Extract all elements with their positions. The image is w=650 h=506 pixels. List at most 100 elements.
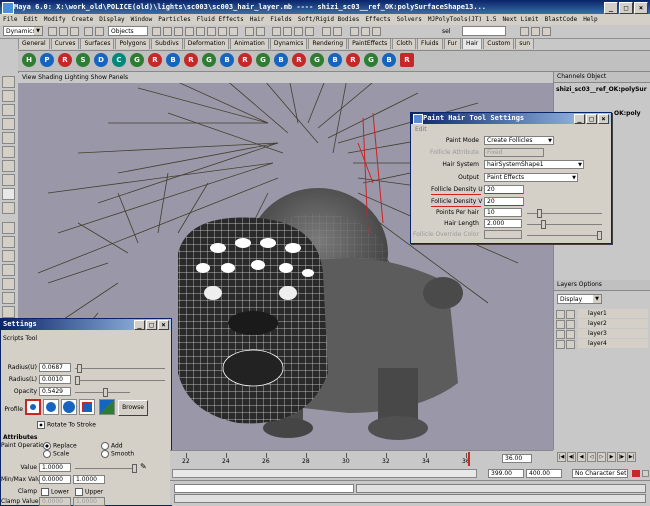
select-by-dynamic-icon[interactable] [207, 27, 216, 36]
mel-command-input[interactable] [174, 484, 354, 493]
quick-select-field[interactable] [462, 26, 506, 36]
maximize-button[interactable]: □ [619, 2, 633, 14]
rotate-tool-icon[interactable] [2, 132, 15, 144]
profile-gaussian-button[interactable] [25, 399, 41, 415]
tab-painteffects[interactable]: PaintEffects [348, 38, 392, 49]
persp-outliner-icon[interactable] [2, 250, 15, 262]
menu-edit[interactable]: Edit [23, 14, 37, 25]
go-to-end-icon[interactable]: ▶| [627, 452, 636, 462]
range-end-field[interactable]: 400.00 [526, 469, 562, 478]
slider-handle[interactable] [77, 364, 82, 373]
shelf-hair-collide-icon[interactable]: B [166, 53, 180, 67]
tab-fur[interactable]: Fur [443, 38, 461, 49]
profile-soft-button[interactable] [43, 399, 59, 415]
points-per-hair-slider[interactable] [527, 209, 602, 218]
tab-cloth[interactable]: Cloth [392, 38, 416, 49]
hair-system-dropdown[interactable]: hairSystemShape1 ▼ [484, 160, 584, 169]
radius-u-slider[interactable] [75, 364, 165, 373]
shelf-hair-display-icon[interactable]: G [202, 53, 216, 67]
shelf-hair-delete-icon[interactable]: R [400, 53, 414, 67]
range-slider[interactable] [172, 469, 477, 478]
menu-blastcode[interactable]: BlastCode [545, 14, 578, 25]
shelf-hair-paint-icon[interactable]: P [40, 53, 54, 67]
menu-mjpolytools[interactable]: MJPolyTools(JT) 1.5 [428, 14, 497, 25]
hair-length-field[interactable]: 2.000 [484, 219, 522, 228]
hierarchy-mode-icon[interactable] [84, 27, 93, 36]
time-slider[interactable]: 22 24 26 28 30 32 34 36 [170, 450, 553, 468]
hair-tool-edit-menu[interactable]: Edit [415, 126, 427, 133]
output-dropdown[interactable]: Paint Effects ▼ [484, 173, 578, 182]
select-by-render-icon[interactable] [218, 27, 227, 36]
tab-animation[interactable]: Animation [230, 38, 269, 49]
layer-visible-toggle[interactable] [556, 340, 565, 349]
tool-settings-icon[interactable] [531, 27, 540, 36]
settings-close-button[interactable]: × [158, 320, 169, 330]
clamp-lower-checkbox[interactable]: Lower [41, 488, 69, 496]
menu-effects[interactable]: Effects [365, 14, 390, 25]
follicle-override-color-slider[interactable] [527, 231, 602, 240]
shelf-hair-lock-icon[interactable]: B [274, 53, 288, 67]
tab-deformation[interactable]: Deformation [183, 38, 230, 49]
outliner-layout-icon[interactable] [2, 292, 15, 304]
options-menu[interactable]: Options [579, 281, 602, 288]
play-backward-icon[interactable]: ◁ [587, 452, 596, 462]
step-forward-frame-icon[interactable]: ▶ [607, 452, 616, 462]
tab-surfaces[interactable]: Surfaces [80, 38, 115, 49]
select-by-surface-icon[interactable] [185, 27, 194, 36]
tab-custom[interactable]: Custom [483, 38, 515, 49]
tab-polygons[interactable]: Polygons [115, 38, 151, 49]
slider-handle[interactable] [537, 209, 542, 218]
radius-l-field[interactable]: 0.0010 [39, 375, 71, 384]
paint-mode-dropdown[interactable]: Create Follicles ▼ [484, 136, 554, 145]
lock-selection-icon[interactable] [245, 27, 254, 36]
select-by-handle-icon[interactable] [152, 27, 161, 36]
shelf-hair-curl-icon[interactable]: R [346, 53, 360, 67]
layer-display-dropdown[interactable]: Display ▼ [557, 294, 602, 304]
new-scene-icon[interactable] [48, 27, 57, 36]
menu-help[interactable]: Help [583, 14, 597, 25]
layer-row[interactable]: layer1 [556, 309, 648, 319]
tab-sun[interactable]: sun [515, 38, 534, 49]
shelf-hair-follicle-icon[interactable]: S [76, 53, 90, 67]
shelf-hair-modify-icon[interactable]: G [256, 53, 270, 67]
object-menu[interactable]: Object [587, 73, 607, 80]
settings-minimize-button[interactable]: _ [134, 320, 145, 330]
rotate-to-stroke-checkbox[interactable]: Rotate To Stroke [37, 421, 96, 429]
follicle-attribute-dropdown[interactable]: Fixed [484, 148, 544, 157]
autokey-icon[interactable] [632, 470, 640, 477]
attribute-editor-icon[interactable] [520, 27, 529, 36]
shelf-hair-bend-icon[interactable]: G [364, 53, 378, 67]
shelf-hair-constraint-icon[interactable]: R [148, 53, 162, 67]
points-per-hair-field[interactable]: 10 [484, 208, 522, 217]
slider-handle[interactable] [132, 464, 137, 473]
tab-subdivs[interactable]: Subdivs [151, 38, 183, 49]
layer-visible-toggle[interactable] [556, 320, 565, 329]
select-by-curve-icon[interactable] [174, 27, 183, 36]
profile-square-button[interactable] [79, 399, 95, 415]
play-forward-icon[interactable]: ▷ [597, 452, 606, 462]
shelf-hair-convert-icon[interactable]: B [220, 53, 234, 67]
radius-u-field[interactable]: 0.0687 [39, 363, 71, 372]
menu-next-limit[interactable]: Next Limit [503, 14, 539, 25]
menuset-dropdown[interactable]: Dynamics ▼ [3, 26, 43, 36]
current-time-marker[interactable] [468, 452, 470, 466]
shelf-hair-unlock-icon[interactable]: R [292, 53, 306, 67]
channels-menu[interactable]: Channels [557, 73, 585, 80]
hair-tool-minimize-button[interactable]: _ [574, 114, 585, 124]
slider-handle[interactable] [75, 376, 80, 385]
viewport-menu-panels[interactable]: Panels [109, 74, 128, 81]
character-set-dropdown[interactable]: No Character Set [572, 469, 628, 478]
shelf-hair-smooth-icon[interactable]: B [328, 53, 342, 67]
op-add-radio[interactable]: Add [101, 442, 123, 450]
viewport-menu-view[interactable]: View [22, 74, 36, 81]
channel-box-icon[interactable] [542, 27, 551, 36]
opacity-slider[interactable] [75, 388, 130, 397]
shelf-hair-extend-icon[interactable]: B [382, 53, 396, 67]
open-scene-icon[interactable] [59, 27, 68, 36]
manipulator-tool-icon[interactable] [2, 160, 15, 172]
menu-file[interactable]: File [3, 14, 17, 25]
tab-dynamics[interactable]: Dynamics [269, 38, 308, 49]
op-replace-radio[interactable]: Replace [43, 442, 77, 450]
browse-button[interactable]: Browse [118, 400, 148, 416]
step-back-key-icon[interactable]: ◀| [567, 452, 576, 462]
